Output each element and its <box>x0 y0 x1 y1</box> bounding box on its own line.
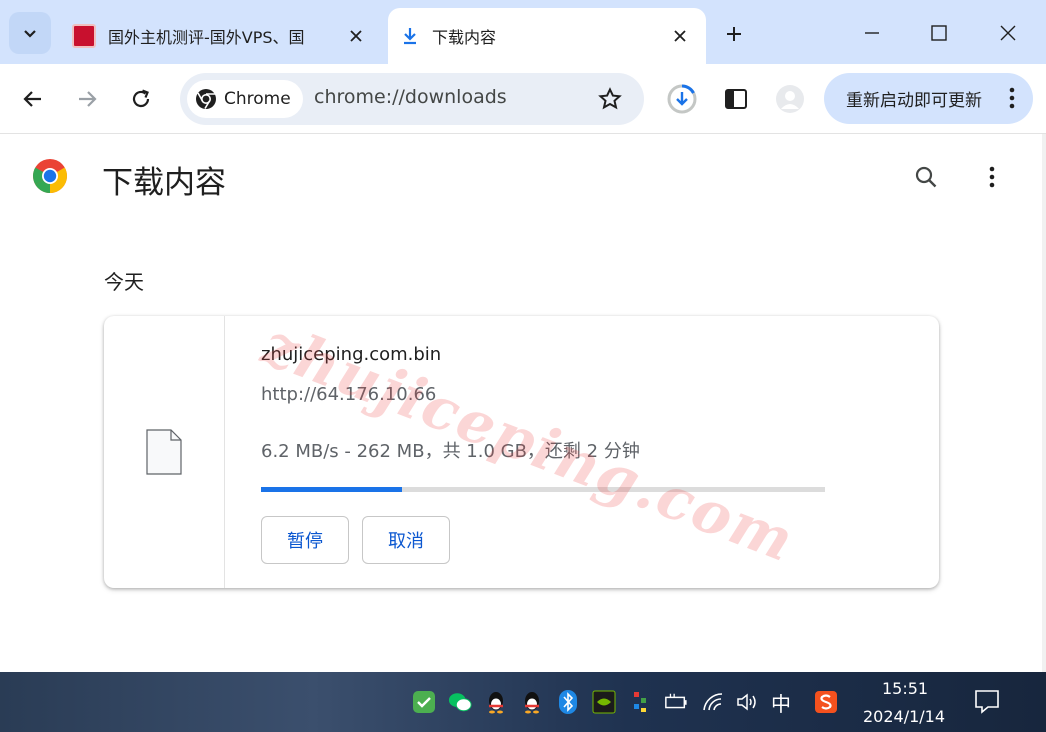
side-panel-icon <box>725 89 747 109</box>
notification-center-icon[interactable] <box>974 688 1000 714</box>
date-group-label: 今天 <box>104 270 144 294</box>
more-vert-icon <box>989 166 995 188</box>
arrow-left-icon <box>23 91 41 107</box>
close-icon <box>1000 25 1016 41</box>
download-icon <box>404 28 416 45</box>
taskbar: 中 15:51 2024/1/14 <box>0 672 1046 732</box>
battery-charging-icon <box>665 693 687 709</box>
bluetooth-icon <box>559 690 577 714</box>
bluetooth-tray-icon[interactable] <box>556 690 580 714</box>
reload-icon <box>132 89 150 108</box>
profile-button[interactable] <box>772 81 808 117</box>
sogou-icon <box>815 691 837 713</box>
update-label: 重新启动即可更新 <box>846 91 982 111</box>
qq-tray-icon-2[interactable] <box>520 690 544 714</box>
clock-date[interactable]: 2024/1/14 <box>863 707 945 726</box>
clock-time[interactable]: 15:51 <box>882 679 928 698</box>
security-shield-tray-icon[interactable] <box>412 690 436 714</box>
tab-title: 国外主机测评-国外VPS、国 <box>108 28 305 47</box>
page-title: 下载内容 <box>102 165 226 201</box>
side-panel-button[interactable] <box>718 81 754 117</box>
search-icon <box>915 166 937 188</box>
wifi-tray-icon[interactable] <box>701 690 725 714</box>
maximize-button[interactable] <box>922 16 956 50</box>
wifi-icon <box>703 693 723 711</box>
download-progress-fill <box>261 487 402 492</box>
star-icon <box>598 87 622 110</box>
pause-button[interactable]: 暂停 <box>261 516 349 564</box>
wechat-tray-icon[interactable] <box>448 690 472 714</box>
chrome-logo-icon <box>33 159 67 193</box>
volume-tray-icon[interactable] <box>735 690 759 714</box>
address-bar[interactable]: Chrome chrome://downloads <box>180 73 644 125</box>
chevron-down-icon <box>24 30 36 38</box>
back-button[interactable] <box>16 82 50 116</box>
tab-title: 下载内容 <box>432 28 497 47</box>
scrollbar[interactable] <box>1042 134 1046 674</box>
close-icon <box>350 30 362 42</box>
shield-check-icon <box>413 691 435 713</box>
color-tray-icon[interactable] <box>628 690 652 714</box>
minimize-button[interactable] <box>855 16 889 50</box>
more-vert-icon <box>1009 87 1015 109</box>
tab-search-button[interactable] <box>9 12 51 54</box>
download-progress-icon <box>667 84 697 114</box>
new-tab-button[interactable] <box>718 18 750 50</box>
nvidia-icon <box>592 690 616 714</box>
chip-label: Chrome <box>224 89 291 109</box>
relaunch-update-button[interactable]: 重新启动即可更新 <box>824 73 1033 124</box>
qq-penguin-icon <box>525 692 539 714</box>
speaker-icon <box>737 693 756 711</box>
qq-penguin-icon <box>489 692 503 714</box>
downloads-button[interactable] <box>664 81 700 117</box>
file-icon-area <box>104 316 225 588</box>
reload-button[interactable] <box>124 82 158 116</box>
tab-strip: 国外主机测评-国外VPS、国 下载内容 <box>0 0 1046 64</box>
tab-downloads[interactable]: 下载内容 <box>388 8 706 64</box>
arrow-right-icon <box>79 91 97 107</box>
search-downloads-button[interactable] <box>909 160 943 194</box>
tab-close-button[interactable] <box>344 24 368 48</box>
file-icon <box>146 429 182 475</box>
forward-button[interactable] <box>70 82 104 116</box>
close-icon <box>674 30 686 42</box>
palette-icon <box>634 692 646 712</box>
bookmark-button[interactable] <box>596 85 624 113</box>
avatar-icon <box>776 85 804 113</box>
page-menu-button[interactable] <box>976 160 1008 194</box>
ime-indicator[interactable]: 中 <box>771 688 791 717</box>
qq-tray-icon[interactable] <box>484 690 508 714</box>
tab-site[interactable]: 国外主机测评-国外VPS、国 <box>60 8 382 64</box>
browser-toolbar: Chrome chrome://downloads 重新启动即可更新 <box>0 64 1046 134</box>
chrome-logo-icon <box>196 89 216 109</box>
sogou-ime-tray-icon[interactable] <box>814 690 838 714</box>
downloads-page: 下载内容 今天 zhujiceping.com.bin http://64.17… <box>0 135 1046 672</box>
site-info-chip[interactable]: Chrome <box>187 80 303 118</box>
wechat-icon <box>448 693 472 712</box>
url-text[interactable]: chrome://downloads <box>314 86 507 108</box>
cancel-button[interactable]: 取消 <box>362 516 450 564</box>
site-favicon-icon <box>72 24 96 48</box>
close-window-button[interactable] <box>991 16 1025 50</box>
maximize-icon <box>931 25 947 41</box>
nvidia-tray-icon[interactable] <box>592 690 616 714</box>
plus-icon <box>727 27 741 41</box>
minimize-icon <box>865 32 879 34</box>
battery-tray-icon[interactable] <box>664 690 688 714</box>
tab-close-button[interactable] <box>668 24 692 48</box>
